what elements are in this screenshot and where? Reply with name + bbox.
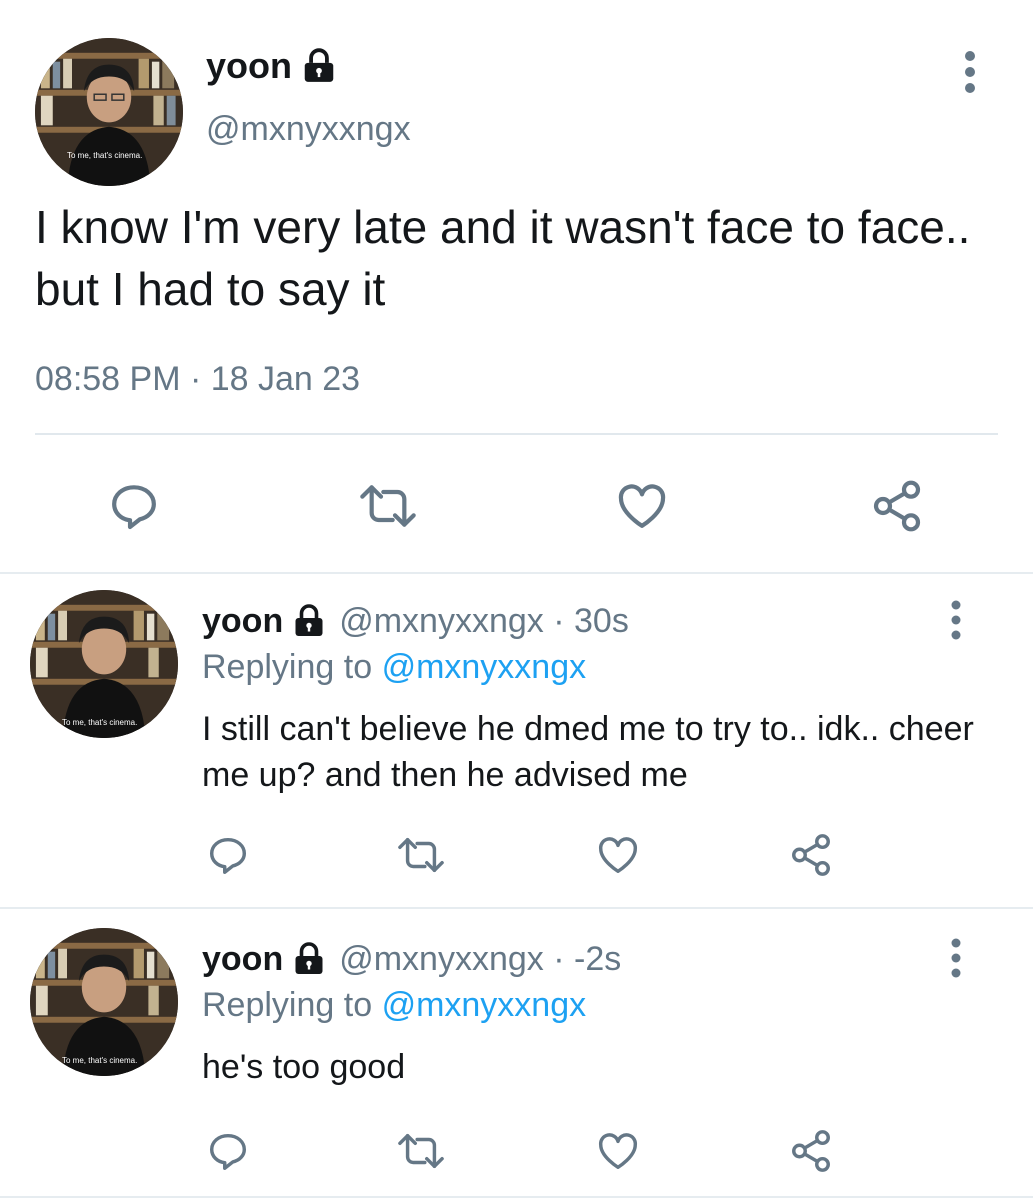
- replying-label: Replying to: [202, 986, 373, 1024]
- like-icon[interactable]: [612, 478, 672, 534]
- retweet-icon[interactable]: [394, 832, 448, 878]
- replying-handle-link[interactable]: @mxnyxxngx: [382, 986, 587, 1024]
- lock-icon: [291, 941, 327, 977]
- display-name[interactable]: yoon: [202, 602, 283, 641]
- reply-icon[interactable]: [205, 1128, 251, 1174]
- avatar-caption: To me, that's cinema.: [62, 718, 138, 727]
- like-icon[interactable]: [594, 832, 642, 878]
- replying-to: Replying to @mxnyxxngx: [202, 648, 586, 687]
- like-icon[interactable]: [594, 1128, 642, 1174]
- more-vertical-icon[interactable]: [958, 50, 982, 94]
- replying-label: Replying to: [202, 648, 373, 686]
- more-vertical-icon[interactable]: [944, 938, 968, 978]
- share-icon[interactable]: [868, 478, 926, 534]
- more-vertical-icon[interactable]: [944, 600, 968, 640]
- replying-handle-link[interactable]: @mxnyxxngx: [382, 648, 587, 686]
- avatar-caption: To me, that's cinema.: [62, 1056, 138, 1065]
- reply-icon[interactable]: [205, 832, 251, 878]
- avatar[interactable]: To me, that's cinema.: [30, 928, 178, 1076]
- reply-text: he's too good: [202, 1048, 406, 1086]
- avatar[interactable]: To me, that's cinema.: [30, 590, 178, 738]
- handle-and-time[interactable]: @mxnyxxngx · 30s: [339, 602, 629, 641]
- replying-to: Replying to @mxnyxxngx: [202, 986, 586, 1025]
- avatar[interactable]: To me, that's cinema.: [35, 38, 183, 186]
- timestamp[interactable]: 08:58 PM · 18 Jan 23: [35, 360, 360, 399]
- share-icon[interactable]: [788, 1128, 834, 1174]
- display-name[interactable]: yoon: [202, 940, 283, 979]
- divider: [35, 433, 998, 435]
- retweet-icon[interactable]: [394, 1128, 448, 1174]
- handle-and-time[interactable]: @mxnyxxngx · -2s: [339, 940, 621, 979]
- reply-icon[interactable]: [106, 478, 162, 534]
- retweet-icon[interactable]: [355, 478, 421, 534]
- separator: [0, 1196, 1033, 1198]
- lock-icon: [291, 603, 327, 639]
- reply-text: I still can't believe he dmed me to try …: [202, 710, 974, 794]
- share-icon[interactable]: [788, 832, 834, 878]
- separator: [0, 907, 1033, 909]
- handle[interactable]: @mxnyxxngx: [206, 110, 411, 149]
- separator: [0, 572, 1033, 574]
- avatar-caption: To me, that's cinema.: [67, 151, 143, 160]
- lock-icon: [300, 47, 338, 85]
- tweet-text: I know I'm very late and it wasn't face …: [35, 201, 971, 315]
- display-name[interactable]: yoon: [206, 45, 292, 87]
